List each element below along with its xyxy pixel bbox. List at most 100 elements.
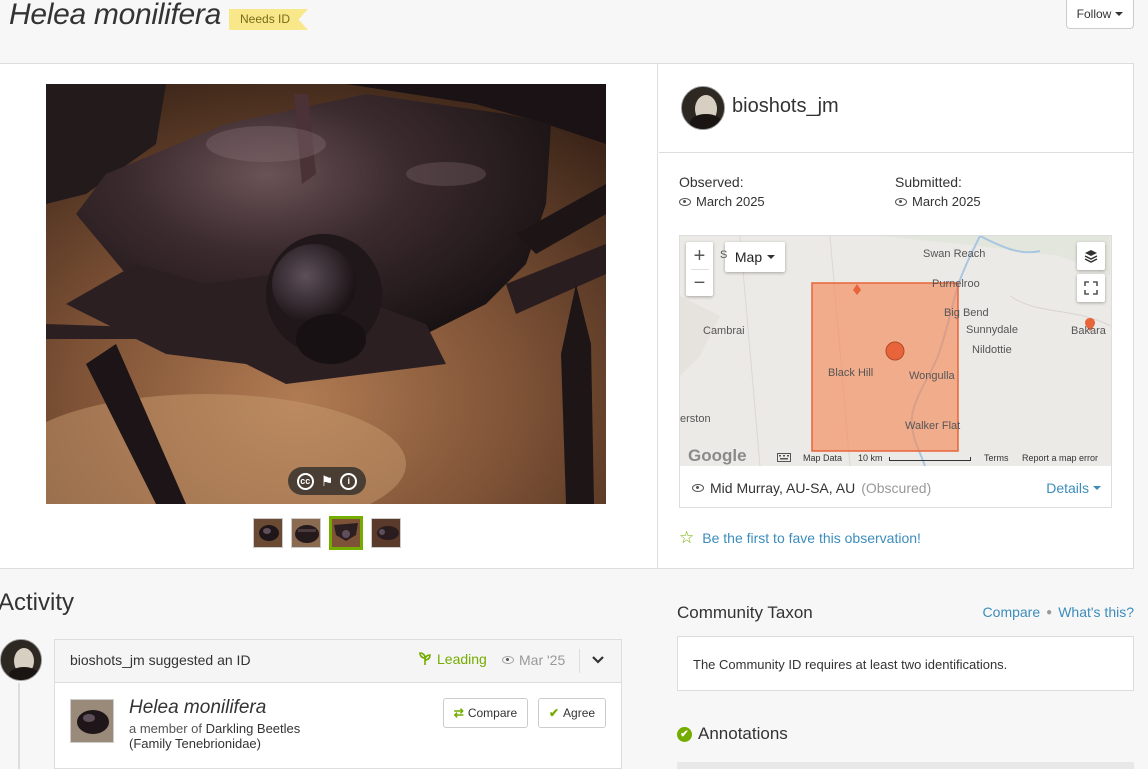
observer-row: bioshots_jm — [659, 64, 1134, 153]
photo-thumbnail[interactable] — [371, 518, 401, 548]
agree-label: Agree — [563, 706, 596, 720]
taxon-photo[interactable] — [70, 699, 114, 743]
submitted-label: Submitted: — [895, 174, 962, 190]
map-place-label: Wongulla — [909, 370, 955, 382]
zoom-out-button[interactable]: − — [694, 270, 706, 296]
compare-icon: ⇄ — [453, 706, 464, 720]
layers-icon — [1084, 250, 1098, 263]
activity-heading: Activity — [0, 589, 75, 616]
member-prefix: a member of — [129, 721, 202, 736]
photo-thumbnail[interactable] — [291, 518, 321, 548]
map-place-label: S — [720, 249, 728, 261]
eye-icon — [679, 197, 691, 206]
identification-author: bioshots_jm suggested an ID — [70, 652, 251, 668]
identification-action: suggested an ID — [148, 652, 251, 668]
flag-icon[interactable]: ⚑ — [321, 473, 334, 490]
parent-scientific-name[interactable]: (Family Tenebrionidae) — [129, 736, 261, 751]
taxon-photo-image — [71, 700, 113, 742]
map-scale-label: 10 km — [858, 453, 883, 463]
compare-button[interactable]: ⇄ Compare — [443, 698, 528, 728]
activity-timeline — [18, 683, 20, 769]
location-privacy: (Obscured) — [861, 480, 932, 496]
avatar-image — [682, 87, 724, 129]
photo-thumbnails — [253, 516, 401, 550]
observation-map[interactable]: + − Map S Swan Reach Purnelroo Big Bend — [680, 236, 1111, 466]
submitted-date-block: Submitted: March 2025 — [895, 174, 981, 209]
fave-label: Be the first to fave this observation! — [702, 530, 921, 546]
chevron-down-icon — [767, 255, 776, 259]
observation-panel: cc ⚑ i bioshots_jm Observed: March 2025 … — [0, 63, 1134, 569]
check-icon: ✔ — [548, 706, 560, 720]
identification-date-label: Mar '25 — [519, 652, 566, 668]
avatar[interactable] — [681, 86, 725, 130]
chevron-down-icon — [592, 656, 604, 664]
map-place-label: Purnelroo — [932, 278, 980, 290]
photo-overlay-controls: cc ⚑ i — [288, 467, 366, 495]
chevron-down-icon — [1093, 486, 1101, 490]
identification-menu-toggle[interactable] — [591, 653, 605, 667]
identifier-username[interactable]: bioshots_jm — [70, 652, 145, 668]
photo-column: cc ⚑ i — [0, 64, 658, 568]
annotations-heading[interactable]: ✔ Annotations — [677, 724, 788, 744]
fave-link[interactable]: ☆ Be the first to fave this observation! — [679, 528, 921, 548]
keyboard-icon[interactable] — [777, 453, 791, 464]
photo-thumbnail-active[interactable] — [329, 516, 363, 550]
map-place-label: Black Hill — [828, 367, 874, 379]
eye-icon — [895, 197, 907, 206]
map-place-label: Nildottie — [972, 344, 1012, 356]
zoom-in-button[interactable]: + — [694, 243, 706, 269]
map-footer: Google Map Data 10 km Terms Report a map… — [680, 446, 1111, 466]
thumbnail-image — [254, 519, 282, 547]
identification-date: Mar '25 — [502, 652, 565, 668]
map-place-label: erston — [680, 413, 711, 425]
bullet-separator: ● — [1046, 606, 1053, 618]
observed-value: March 2025 — [679, 194, 765, 209]
taxon-parent: a member of Darkling Beetles — [129, 721, 300, 736]
page-title: Helea monilifera — [9, 0, 221, 31]
whats-this-link[interactable]: What's this? — [1058, 604, 1134, 620]
community-taxon-links: Compare ● What's this? — [983, 604, 1134, 620]
beetle-photo-image — [46, 84, 606, 504]
compare-link[interactable]: Compare — [983, 604, 1041, 620]
google-logo: Google — [688, 446, 747, 465]
map-place-label: Big Bend — [944, 307, 989, 319]
details-dropdown[interactable]: Details — [1046, 480, 1101, 496]
map-scale-bar — [889, 457, 971, 461]
observation-info-column: bioshots_jm Observed: March 2025 Submitt… — [659, 64, 1134, 568]
observed-date-block: Observed: March 2025 — [679, 174, 765, 209]
chevron-down-icon — [1115, 12, 1124, 16]
leading-status: Leading — [418, 651, 487, 667]
eye-icon — [502, 656, 514, 664]
agree-button[interactable]: ✔ Agree — [538, 698, 606, 728]
leading-icon — [419, 652, 431, 665]
observation-photo[interactable]: cc ⚑ i — [46, 84, 606, 504]
annotations-label: Annotations — [698, 724, 788, 743]
leading-label: Leading — [437, 651, 487, 667]
map-type-label: Map — [734, 249, 763, 265]
observed-date: March 2025 — [696, 194, 765, 209]
observer-username[interactable]: bioshots_jm — [732, 95, 839, 118]
identification-card: bioshots_jm suggested an ID Leading Mar … — [54, 639, 622, 769]
map-box: + − Map S Swan Reach Purnelroo Big Bend — [679, 235, 1112, 508]
identification-header: bioshots_jm suggested an ID Leading Mar … — [55, 640, 621, 683]
map-data-link[interactable]: Map Data — [803, 453, 842, 463]
map-type-selector[interactable]: Map — [725, 242, 785, 272]
follow-button[interactable]: Follow — [1066, 0, 1134, 29]
avatar[interactable] — [0, 639, 42, 681]
eye-icon — [692, 484, 704, 492]
location-name: Mid Murray, AU-SA, AU — [710, 480, 856, 496]
report-map-error-link[interactable]: Report a map error — [1022, 453, 1098, 463]
layers-button[interactable] — [1077, 242, 1105, 270]
annotations-table-header — [677, 762, 1134, 769]
parent-common-name[interactable]: Darkling Beetles — [206, 721, 301, 736]
creative-commons-icon[interactable]: cc — [296, 472, 314, 490]
taxon-name[interactable]: Helea monilifera — [129, 697, 266, 719]
map-place-label: Walker Flat — [905, 420, 961, 432]
fullscreen-button[interactable] — [1077, 274, 1105, 302]
terms-link[interactable]: Terms — [984, 453, 1009, 463]
avatar-image — [1, 640, 41, 680]
photo-thumbnail[interactable] — [253, 518, 283, 548]
thumbnail-image — [372, 519, 400, 547]
info-icon[interactable]: i — [340, 472, 358, 490]
map-place-label: Sunnydale — [966, 324, 1018, 336]
